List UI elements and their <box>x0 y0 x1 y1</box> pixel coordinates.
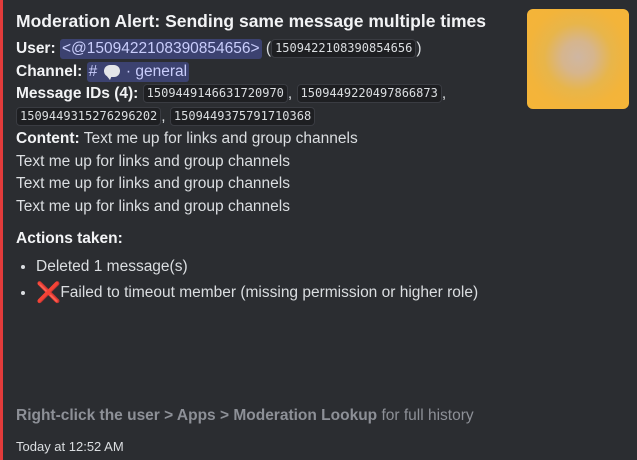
actions-heading: Actions taken: <box>16 230 123 247</box>
message-id: 1509449146631720970 <box>142 84 288 103</box>
footer-tip-rest: for full history <box>377 407 474 424</box>
content-label: Content: <box>16 130 80 147</box>
user-mention[interactable]: <@1509422108390854656> <box>59 39 262 59</box>
timestamp: Today at 12:52 AM <box>16 439 124 454</box>
user-id-close: ) <box>416 40 422 57</box>
message-id: 1509449375791710368 <box>169 106 316 126</box>
comma: , <box>287 85 293 102</box>
footer-tip: Right-click the user > Apps > Moderation… <box>16 405 474 428</box>
embed-body: Moderation Alert: Sending same message m… <box>16 8 516 309</box>
channel-label: Channel: <box>16 62 83 80</box>
content-line: Text me up for links and group channels <box>16 197 290 215</box>
user-id-code: 1509422108390854656 <box>271 39 417 58</box>
content-line: Text me up for links and group channels <box>83 130 358 147</box>
actions-list: Deleted 1 message(s) ❌ Failed to timeout… <box>16 256 516 305</box>
cross-mark-icon: ❌ <box>36 282 61 304</box>
content-block: Content: Text me up for links and group … <box>16 128 516 218</box>
channel-mention[interactable]: # · general <box>86 61 190 82</box>
channel-hash: # <box>88 62 98 80</box>
comma: , <box>441 85 447 102</box>
message-ids-label: Message IDs (4): <box>16 85 139 102</box>
channel-name: general <box>135 62 188 80</box>
action-text: Deleted 1 message(s) <box>36 257 188 275</box>
embed-thumbnail[interactable] <box>527 9 629 109</box>
speech-bubble-icon <box>103 64 120 80</box>
message-ids-row: Message IDs (4): 1509449146631720970, 15… <box>16 83 516 128</box>
action-item: ❌ Failed to timeout member (missing perm… <box>36 282 516 305</box>
user-row: User: <@1509422108390854656> (1509422108… <box>16 38 516 61</box>
action-item: Deleted 1 message(s) <box>36 256 516 279</box>
comma: , <box>161 107 166 125</box>
content-line: Text me up for links and group channels <box>16 152 290 170</box>
user-label: User: <box>16 40 56 57</box>
embed-title: Moderation Alert: Sending same message m… <box>16 11 487 31</box>
content-line: Text me up for links and group channels <box>16 175 290 192</box>
message-id: 1509449220497866873 <box>296 84 442 103</box>
action-text: Failed to timeout member (missing permis… <box>60 284 479 301</box>
channel-row: Channel: # · general <box>16 61 516 84</box>
message-id: 1509449315276296202 <box>16 106 162 126</box>
channel-separator: · <box>125 62 132 80</box>
footer-tip-bold: Right-click the user > Apps > Moderation… <box>16 407 378 424</box>
moderation-embed: Moderation Alert: Sending same message m… <box>0 0 637 460</box>
